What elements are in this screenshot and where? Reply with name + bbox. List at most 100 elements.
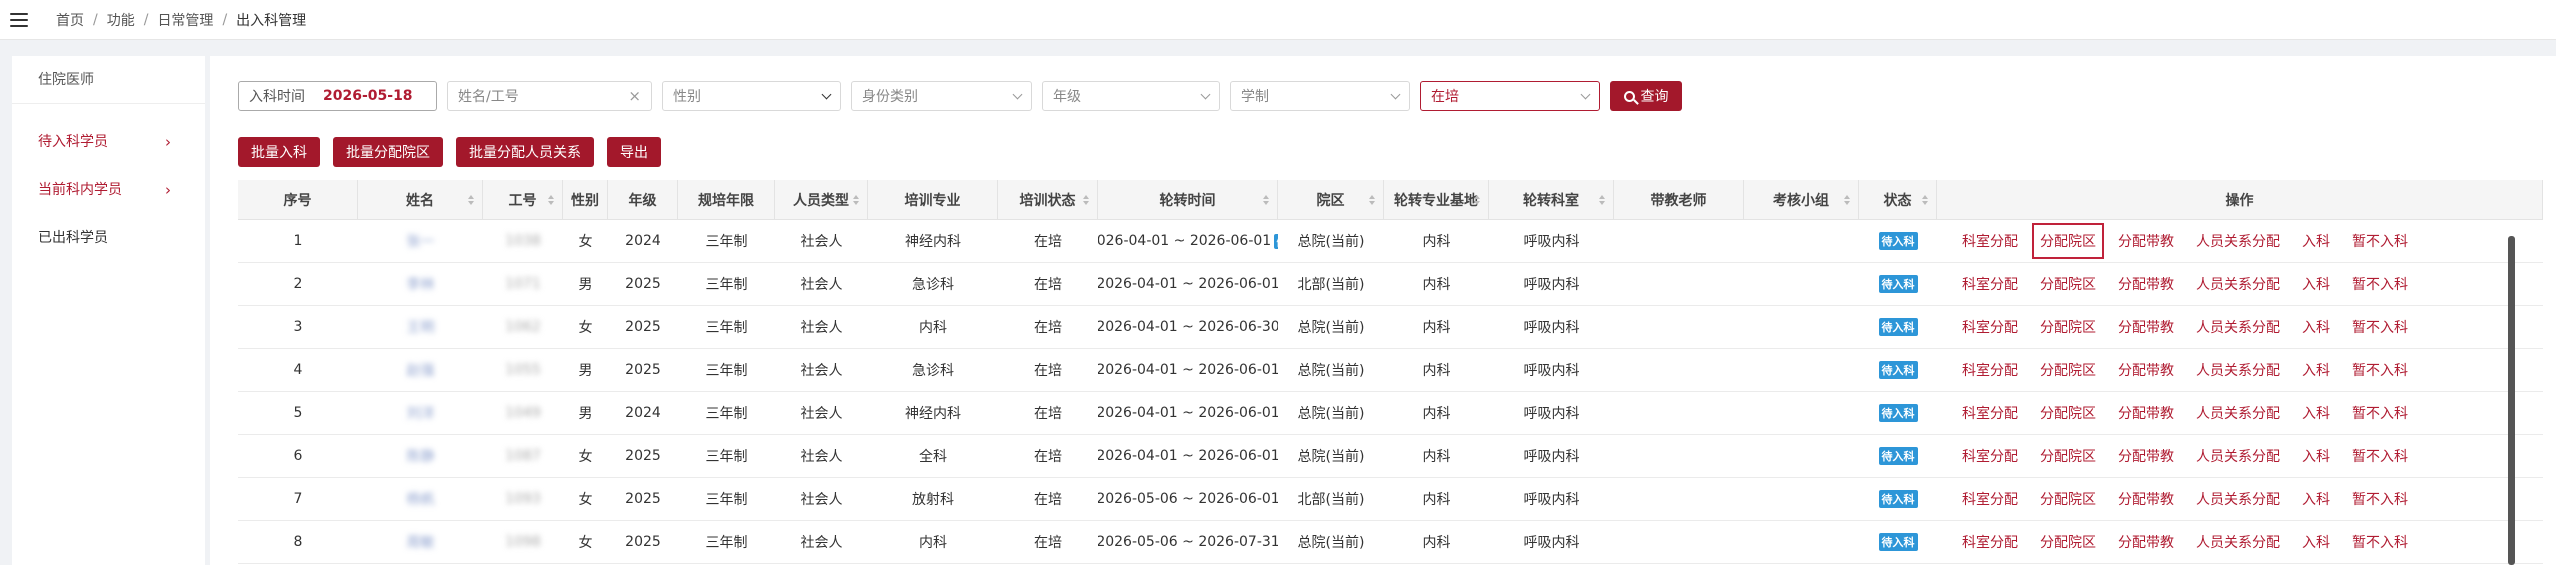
student-name-link[interactable]: 李林 <box>407 274 435 294</box>
assign-relation-link[interactable]: 人员关系分配 <box>2196 317 2280 337</box>
assign-dept-link[interactable]: 科室分配 <box>1962 231 2018 251</box>
breadcrumb-function[interactable]: 功能 <box>107 10 135 30</box>
assign-teacher-link[interactable]: 分配带教 <box>2118 532 2174 552</box>
batch-enter-button[interactable]: 批量入科 <box>238 137 320 167</box>
defer-enter-link[interactable]: 暂不入科 <box>2352 274 2408 294</box>
sort-icon[interactable] <box>1844 194 1850 205</box>
header-col-dept[interactable]: 轮转科室 <box>1489 180 1614 219</box>
defer-enter-link[interactable]: 暂不入科 <box>2352 360 2408 380</box>
student-name-link[interactable]: 陈静 <box>407 446 435 466</box>
sidebar-item-pending[interactable]: 待入科学员 › <box>12 118 205 166</box>
assign-teacher-link[interactable]: 分配带教 <box>2118 403 2174 423</box>
header-col-name[interactable]: 姓名 <box>358 180 483 219</box>
assign-dept-link[interactable]: 科室分配 <box>1962 274 2018 294</box>
assign-campus-link[interactable]: 分配院区 <box>2040 489 2096 509</box>
enter-link[interactable]: 入科 <box>2302 446 2330 466</box>
sort-icon[interactable] <box>1083 194 1089 205</box>
export-button[interactable]: 导出 <box>607 137 661 167</box>
assign-relation-link[interactable]: 人员关系分配 <box>2196 532 2280 552</box>
query-button[interactable]: 查询 <box>1610 81 1682 111</box>
breadcrumb-home[interactable]: 首页 <box>56 10 84 30</box>
grade-select[interactable]: 年级 <box>1042 81 1220 111</box>
defer-enter-link[interactable]: 暂不入科 <box>2352 231 2408 251</box>
student-name-link[interactable]: 刘洋 <box>407 403 435 423</box>
identity-select[interactable]: 身份类别 <box>851 81 1032 111</box>
assign-relation-link[interactable]: 人员关系分配 <box>2196 360 2280 380</box>
menu-toggle-icon[interactable] <box>10 12 28 27</box>
header-col-group[interactable]: 考核小组 <box>1744 180 1859 219</box>
system-select[interactable]: 学制 <box>1230 81 1410 111</box>
assign-relation-link[interactable]: 人员关系分配 <box>2196 446 2280 466</box>
enter-link[interactable]: 入科 <box>2302 532 2330 552</box>
sort-icon[interactable] <box>1369 194 1375 205</box>
enter-link[interactable]: 入科 <box>2302 360 2330 380</box>
system-select-placeholder: 学制 <box>1241 89 1269 105</box>
assign-teacher-link[interactable]: 分配带教 <box>2118 446 2174 466</box>
student-name-link[interactable]: 张一 <box>407 231 435 251</box>
sort-icon[interactable] <box>1474 194 1480 205</box>
assign-campus-link[interactable]: 分配院区 <box>2040 532 2096 552</box>
defer-enter-link[interactable]: 暂不入科 <box>2352 403 2408 423</box>
sort-icon[interactable] <box>1599 194 1605 205</box>
header-col-id[interactable]: 工号 <box>483 180 563 219</box>
assign-campus-link[interactable]: 分配院区 <box>2040 403 2096 423</box>
header-col-time[interactable]: 轮转时间 <box>1098 180 1278 219</box>
assign-campus-link[interactable]: 分配院区 <box>2032 223 2104 259</box>
enter-link[interactable]: 入科 <box>2302 231 2330 251</box>
batch-assign-campus-button[interactable]: 批量分配院区 <box>333 137 443 167</box>
header-col-train-status[interactable]: 培训状态 <box>998 180 1098 219</box>
assign-dept-link[interactable]: 科室分配 <box>1962 489 2018 509</box>
status-select[interactable]: 在培 <box>1420 81 1600 111</box>
student-name-link[interactable]: 杨帆 <box>407 489 435 509</box>
cell-gender: 女 <box>563 478 608 520</box>
enter-link[interactable]: 入科 <box>2302 274 2330 294</box>
batch-assign-relation-button[interactable]: 批量分配人员关系 <box>456 137 594 167</box>
assign-campus-link[interactable]: 分配院区 <box>2040 360 2096 380</box>
header-col-campus[interactable]: 院区 <box>1278 180 1384 219</box>
student-name-link[interactable]: 周敏 <box>407 532 435 552</box>
assign-dept-link[interactable]: 科室分配 <box>1962 317 2018 337</box>
clear-icon[interactable]: × <box>628 87 641 105</box>
defer-enter-link[interactable]: 暂不入科 <box>2352 532 2408 552</box>
sort-icon[interactable] <box>468 194 474 205</box>
assign-relation-link[interactable]: 人员关系分配 <box>2196 231 2280 251</box>
sort-icon[interactable] <box>1922 194 1928 205</box>
assign-relation-link[interactable]: 人员关系分配 <box>2196 403 2280 423</box>
assign-teacher-link[interactable]: 分配带教 <box>2118 274 2174 294</box>
sort-icon[interactable] <box>548 194 554 205</box>
assign-teacher-link[interactable]: 分配带教 <box>2118 360 2174 380</box>
sidebar-item-current[interactable]: 当前科内学员 › <box>12 166 205 214</box>
defer-enter-link[interactable]: 暂不入科 <box>2352 489 2408 509</box>
vertical-scrollbar[interactable] <box>2508 236 2515 565</box>
enter-link[interactable]: 入科 <box>2302 489 2330 509</box>
assign-campus-link[interactable]: 分配院区 <box>2040 446 2096 466</box>
student-name-link[interactable]: 赵强 <box>407 360 435 380</box>
assign-dept-link[interactable]: 科室分配 <box>1962 403 2018 423</box>
assign-teacher-link[interactable]: 分配带教 <box>2118 317 2174 337</box>
assign-relation-link[interactable]: 人员关系分配 <box>2196 274 2280 294</box>
sort-icon[interactable] <box>1263 194 1269 205</box>
assign-teacher-link[interactable]: 分配带教 <box>2118 489 2174 509</box>
assign-campus-link[interactable]: 分配院区 <box>2040 274 2096 294</box>
sort-icon[interactable] <box>853 194 859 205</box>
enter-link[interactable]: 入科 <box>2302 317 2330 337</box>
gender-select[interactable]: 性别 <box>662 81 841 111</box>
assign-dept-link[interactable]: 科室分配 <box>1962 360 2018 380</box>
time-text: 2026-04-01 ~ 2026-06-01 <box>1098 233 1272 249</box>
name-search-input[interactable]: 姓名/工号 × <box>447 81 652 111</box>
assign-relation-link[interactable]: 人员关系分配 <box>2196 489 2280 509</box>
enter-link[interactable]: 入科 <box>2302 403 2330 423</box>
assign-dept-link[interactable]: 科室分配 <box>1962 446 2018 466</box>
assign-dept-link[interactable]: 科室分配 <box>1962 532 2018 552</box>
defer-enter-link[interactable]: 暂不入科 <box>2352 446 2408 466</box>
entry-date-picker[interactable]: 入科时间 2026-05-18 <box>238 81 437 111</box>
student-name-link[interactable]: 王明 <box>407 317 435 337</box>
breadcrumb-daily[interactable]: 日常管理 <box>157 10 213 30</box>
header-col-type[interactable]: 人员类型 <box>775 180 868 219</box>
sidebar-item-exited[interactable]: 已出科学员 <box>12 214 205 262</box>
header-col-status[interactable]: 状态 <box>1859 180 1937 219</box>
assign-campus-link[interactable]: 分配院区 <box>2040 317 2096 337</box>
header-col-base[interactable]: 轮转专业基地 <box>1384 180 1489 219</box>
defer-enter-link[interactable]: 暂不入科 <box>2352 317 2408 337</box>
assign-teacher-link[interactable]: 分配带教 <box>2118 231 2174 251</box>
